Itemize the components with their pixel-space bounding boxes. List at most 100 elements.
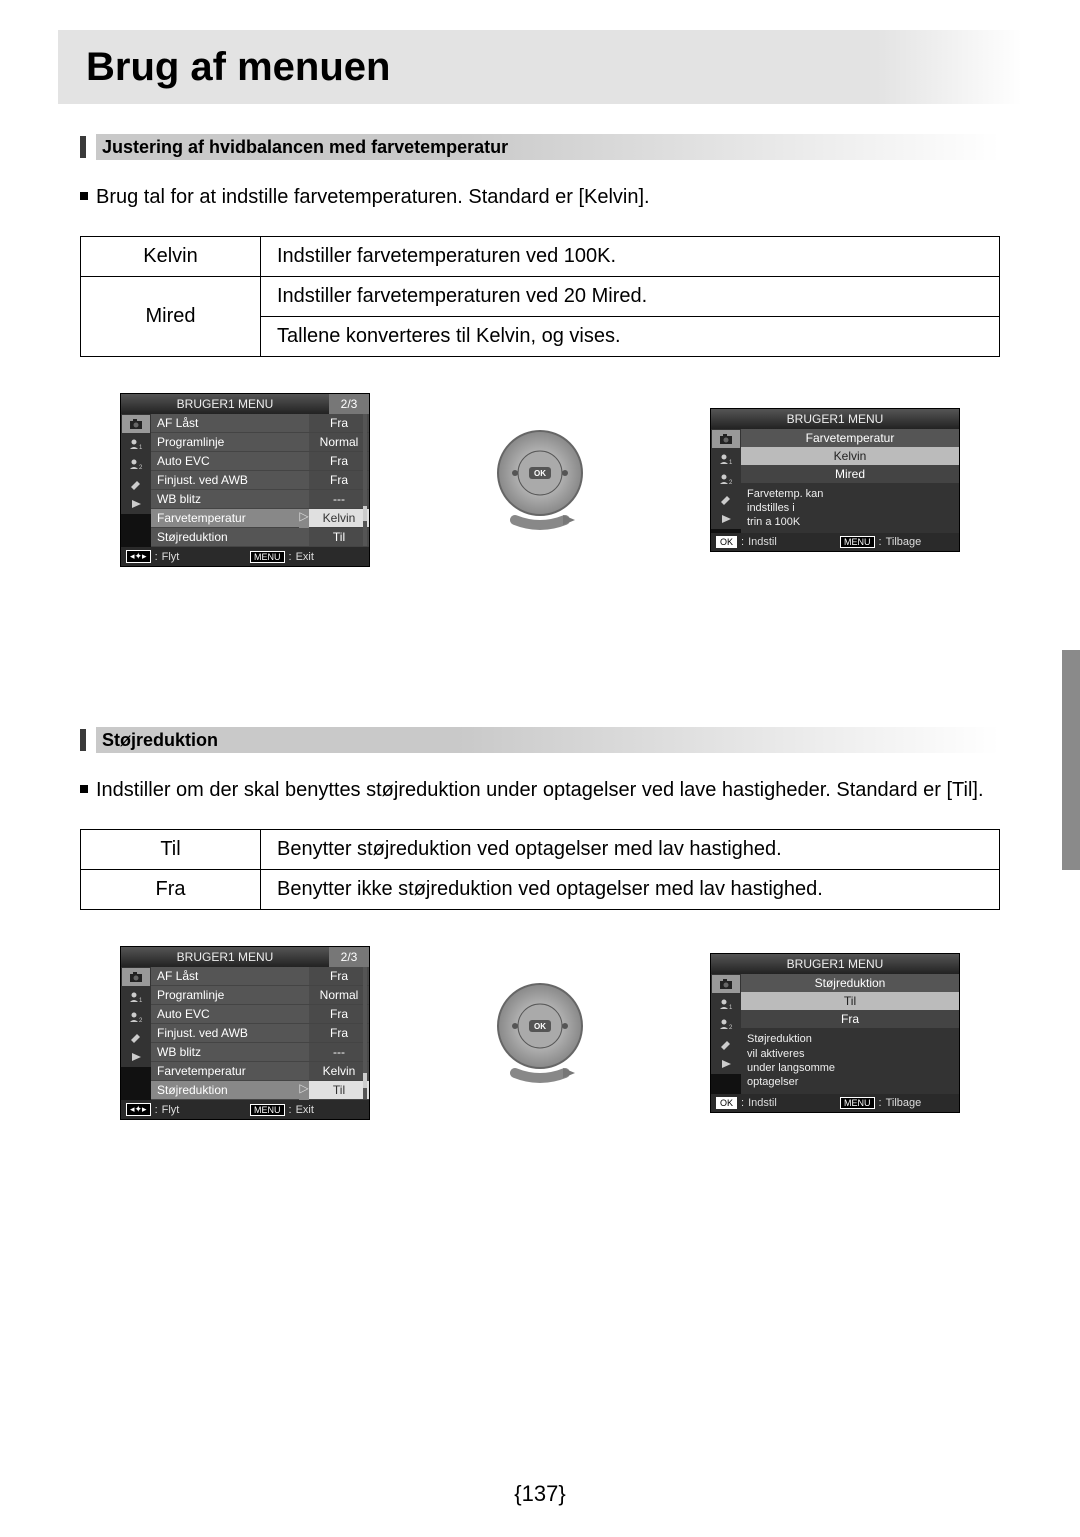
menu-item: Finjust. ved AWBFra [151,471,369,490]
menu-item-label: WB blitz [151,490,309,509]
camera-tab-icon [711,429,741,449]
footer-set: Indstil [748,1097,777,1109]
submenu-title: BRUGER1 MENU [711,954,959,974]
menu-item-value: Fra [309,967,369,986]
table-row: Til [81,830,261,870]
play-tab-icon [121,1047,151,1067]
menu-title: BRUGER1 MENU [121,947,329,967]
camera-menu-left-1: BRUGER1 MENU 2/3 1 2 AF LåstFraProgramli… [120,393,370,567]
camera-tab-icon [121,414,151,434]
menu-item-label: AF Låst [151,414,309,433]
camera-submenu-right-2: BRUGER1 MENU 1 2 Støjreduktion Til Fra [710,953,960,1112]
submenu-option: Fra [741,1010,959,1028]
footer-exit: Exit [296,551,314,563]
menu-item-value: Normal [309,986,369,1005]
person-1-tab-icon: 1 [711,449,741,469]
menu-item-label: Programlinje [151,986,309,1005]
person-1-tab-icon: 1 [711,994,741,1014]
camera-menu-left-2: BRUGER1 MENU 2/3 1 2 AF LåstFraProgramli… [120,946,370,1120]
menu-item: Finjust. ved AWBFra [151,1024,369,1043]
submenu-option: Kelvin [741,447,959,465]
section1-intro-text: Brug tal for at indstille farvetemperatu… [96,182,1000,212]
menu-tab-column: 1 2 [121,967,151,1100]
svg-text:2: 2 [139,465,143,470]
section1-heading-text: Justering af hvidbalancen med farvetempe… [102,137,508,158]
dpad-icon: ◂✦▸ [126,550,151,563]
menu-item-label: Støjreduktion [151,1081,299,1100]
menu-item-label: AF Låst [151,967,309,986]
tool-tab-icon [711,1034,741,1054]
menu-item-value: Fra [309,414,369,433]
menu-item: Auto EVCFra [151,452,369,471]
table-row: Benytter ikke støjreduktion ved optagels… [261,870,1000,910]
menu-button-label: MENU [840,536,875,548]
page-number: {137} [0,1481,1080,1507]
svg-text:2: 2 [139,1018,143,1023]
submenu-option: Mired [741,465,959,483]
table-row: Indstiller farvetemperaturen ved 100K. [261,237,1000,277]
table-row: Indstiller farvetemperaturen ved 20 Mire… [261,277,1000,317]
play-tab-icon [121,494,151,514]
table-row: Benytter støjreduktion ved optagelser me… [261,830,1000,870]
menu-item-value: Kelvin [309,1062,369,1081]
menu-item: AF LåstFra [151,967,369,986]
menu-item-label: Finjust. ved AWB [151,471,309,490]
tool-tab-icon [711,489,741,509]
menu-title: BRUGER1 MENU [121,394,329,414]
svg-text:OK: OK [534,469,546,478]
menu-item: Farvetemperatur▷Kelvin [151,509,369,528]
dial-ok-icon: OK [485,425,595,535]
ok-button-label: OK [716,536,737,548]
menu-item-label: Auto EVC [151,452,309,471]
submenu-heading: Farvetemperatur [741,429,959,447]
camera-tab-icon [121,967,151,987]
section2-table: Til Benytter støjreduktion ved optagelse… [80,829,1000,910]
svg-text:1: 1 [139,998,143,1003]
menu-items-list: AF LåstFraProgramlinjeNormalAuto EVCFraF… [151,967,369,1100]
menu-item: StøjreduktionTil [151,528,369,547]
svg-text:2: 2 [729,1025,733,1030]
menu-page-indicator: 2/3 [329,394,369,414]
svg-text:2: 2 [729,480,733,485]
camera-tab-icon [711,974,741,994]
menu-button-label: MENU [250,1104,285,1116]
person-2-tab-icon: 2 [711,1014,741,1034]
footer-exit: Exit [296,1104,314,1116]
menu-item: WB blitz--- [151,1043,369,1062]
section1-table: Kelvin Indstiller farvetemperaturen ved … [80,236,1000,357]
person-1-tab-icon: 1 [121,987,151,1007]
footer-back: Tilbage [886,536,922,548]
chevron-right-icon: ▷ [299,1081,309,1100]
tool-tab-icon [121,1027,151,1047]
submenu-option: Til [741,992,959,1010]
side-tab [1062,650,1080,870]
menu-item-label: Støjreduktion [151,528,309,547]
submenu-heading: Støjreduktion [741,974,959,992]
menu-item-value: Normal [309,433,369,452]
menu-item-value: Til [309,528,369,547]
table-row: Tallene konverteres til Kelvin, og vises… [261,317,1000,357]
camera-submenu-right-1: BRUGER1 MENU 1 2 Farvetemperatur Kelvin … [710,408,960,553]
menu-item-label: Auto EVC [151,1005,309,1024]
menu-item-value: Kelvin [309,509,369,528]
menu-button-label: MENU [250,551,285,563]
table-row: Mired [81,277,261,357]
menu-item: FarvetemperaturKelvin [151,1062,369,1081]
menu-item-value: --- [309,490,369,509]
menu-tab-column: 1 2 [121,414,151,547]
svg-text:1: 1 [729,1005,733,1010]
table-row: Fra [81,870,261,910]
page-title-bar: Brug af menuen [58,30,1022,104]
section2-heading-text: Støjreduktion [102,730,218,751]
svg-text:1: 1 [139,445,143,450]
menu-item-label: Finjust. ved AWB [151,1024,309,1043]
footer-move: Flyt [162,1104,180,1116]
person-2-tab-icon: 2 [711,469,741,489]
menu-item-value: Fra [309,1005,369,1024]
submenu-title: BRUGER1 MENU [711,409,959,429]
submenu-description: Farvetemp. kan indstilles i trin a 100K [741,483,959,534]
menu-item-value: Til [309,1081,369,1100]
menu-item: ProgramlinjeNormal [151,986,369,1005]
footer-back: Tilbage [886,1097,922,1109]
svg-text:OK: OK [534,1022,546,1031]
